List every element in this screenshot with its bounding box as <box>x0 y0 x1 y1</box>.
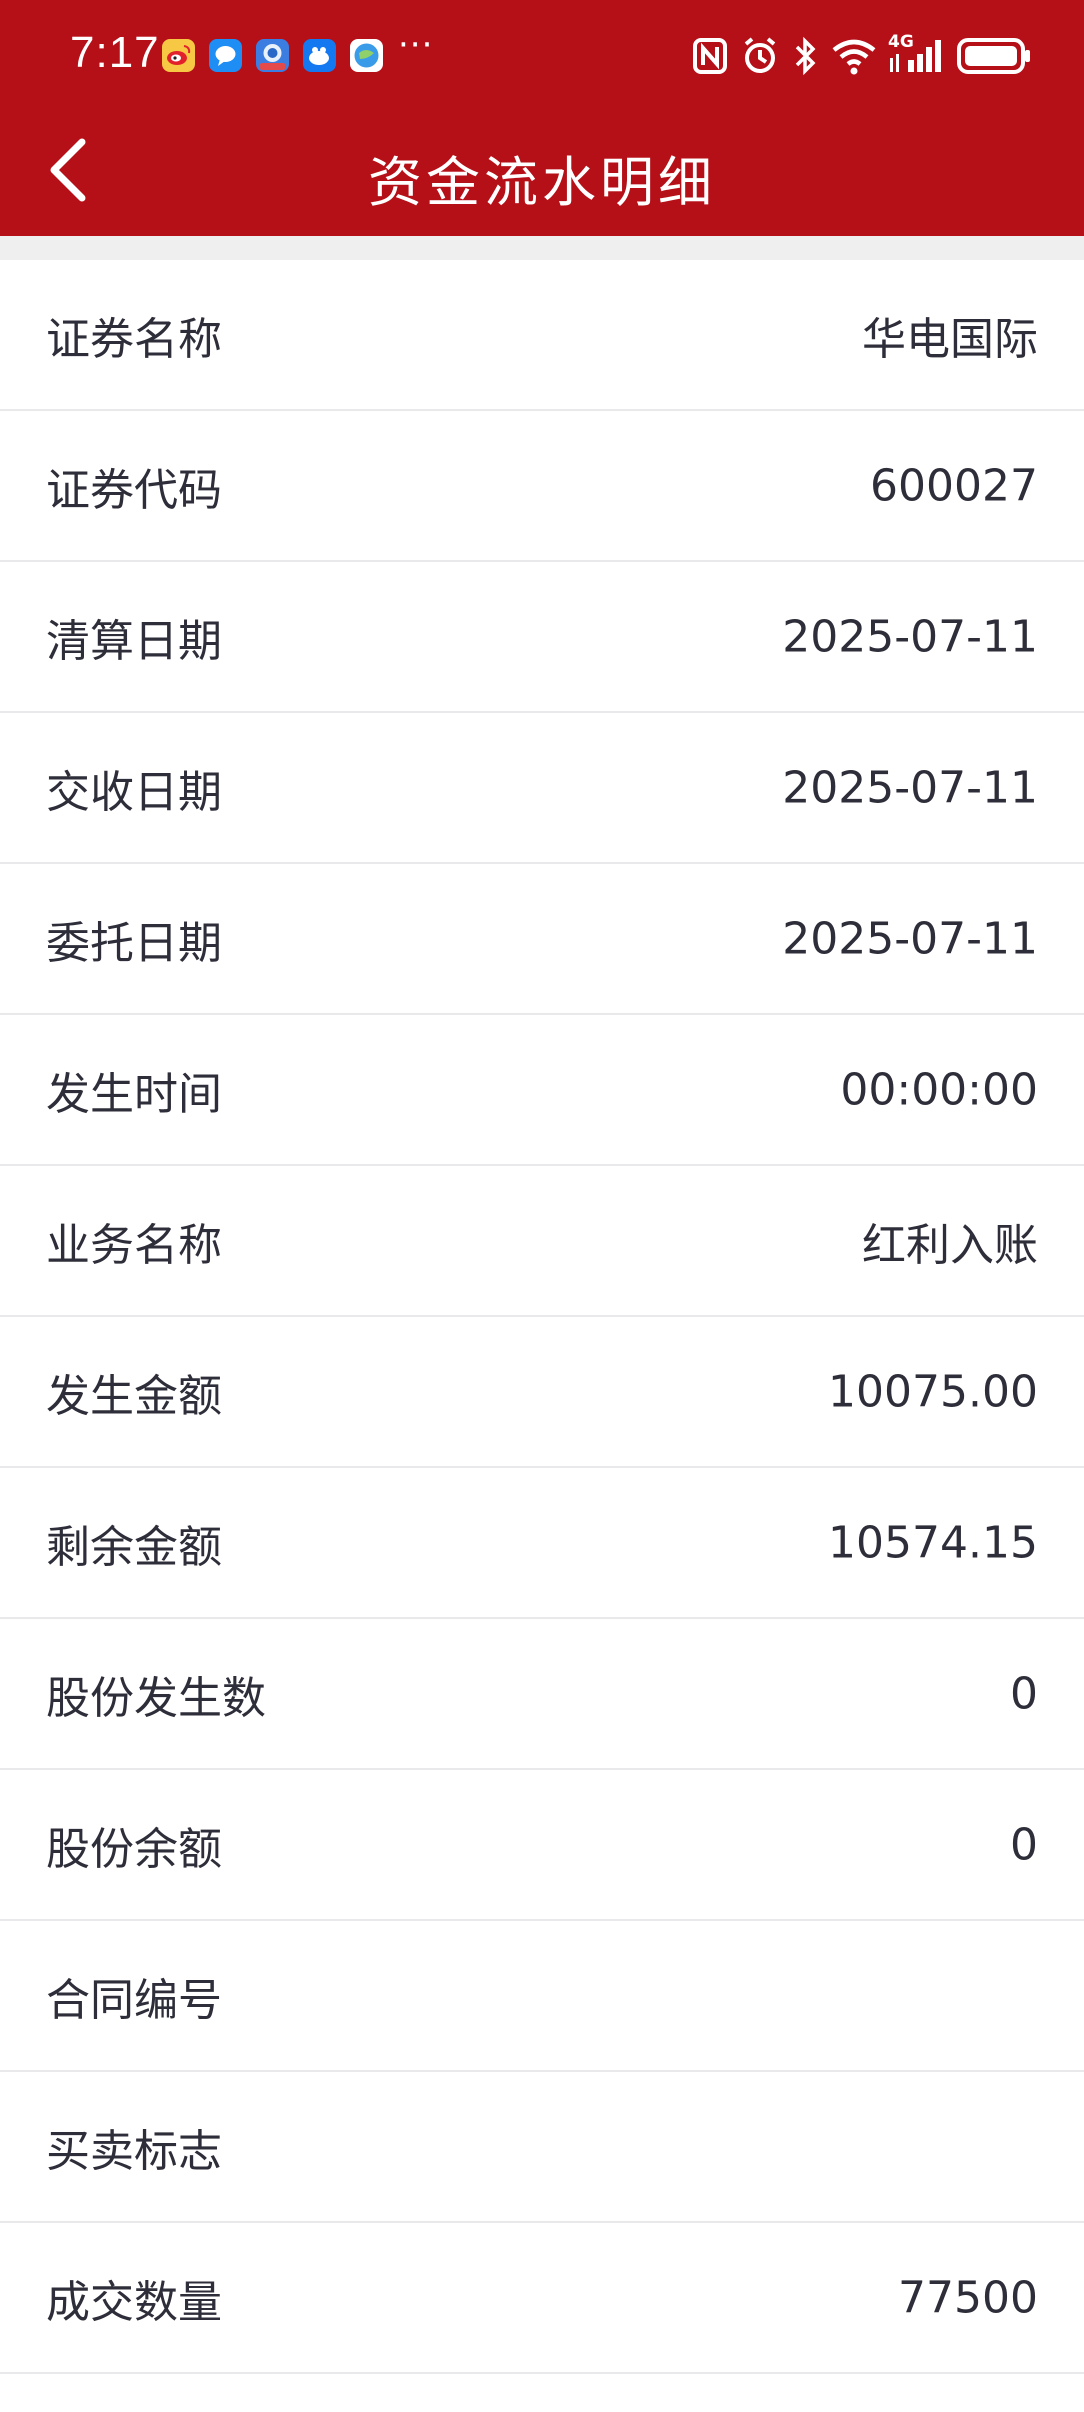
detail-row-contract-no: 合同编号 <box>0 1921 1084 2072</box>
alarm-icon <box>744 37 776 73</box>
battery-icon <box>957 38 1030 74</box>
detail-value: 华电国际 <box>862 313 1038 365</box>
detail-label: 交收日期 <box>46 766 222 818</box>
detail-label: 合同编号 <box>46 1974 222 2026</box>
detail-value: 00:00:00 <box>840 1064 1038 1115</box>
detail-row-settlement-date: 交收日期 2025-07-11 <box>0 713 1084 864</box>
status-bar: 7:17 ··· 4G <box>0 0 1084 110</box>
detail-row-share-change: 股份发生数 0 <box>0 1619 1084 1770</box>
detail-label: 发生金额 <box>46 1370 222 1422</box>
message-icon <box>209 39 242 72</box>
top-bar: 7:17 ··· 4G 资金流水明细 <box>0 0 1084 236</box>
detail-value: 600027 <box>870 460 1038 511</box>
4g-signal-icon: 4G <box>888 32 946 78</box>
detail-value: 10075.00 <box>828 1366 1038 1417</box>
detail-value: 0 <box>1010 1668 1038 1719</box>
browser-icon <box>350 39 383 72</box>
weibo-icon <box>162 39 195 72</box>
detail-value: 2025-07-11 <box>782 762 1038 813</box>
detail-value: 77500 <box>898 2272 1038 2323</box>
detail-label: 剩余金额 <box>46 1521 222 1573</box>
detail-label: 清算日期 <box>46 615 222 667</box>
detail-label: 股份发生数 <box>46 1672 266 1724</box>
detail-value: 2025-07-11 <box>782 913 1038 964</box>
detail-row-occur-time: 发生时间 00:00:00 <box>0 1015 1084 1166</box>
detail-row-security-code: 证券代码 600027 <box>0 411 1084 562</box>
detail-row-business-name: 业务名称 红利入账 <box>0 1166 1084 1317</box>
detail-row-amount: 发生金额 10075.00 <box>0 1317 1084 1468</box>
detail-label: 买卖标志 <box>46 2125 222 2177</box>
app-icon <box>256 39 289 72</box>
bluetooth-icon <box>795 36 816 76</box>
detail-value: 红利入账 <box>862 1219 1038 1271</box>
detail-label: 业务名称 <box>46 1219 222 1271</box>
detail-label: 委托日期 <box>46 917 222 969</box>
detail-row-trade-quantity: 成交数量 77500 <box>0 2223 1084 2374</box>
bird-app-icon <box>303 39 336 72</box>
detail-label: 证券代码 <box>46 464 222 516</box>
nfc-icon <box>693 38 727 74</box>
detail-value: 2025-07-11 <box>782 611 1038 662</box>
detail-row-security-name: 证券名称 华电国际 <box>0 260 1084 411</box>
section-divider <box>0 236 1084 260</box>
wifi-icon <box>832 39 876 75</box>
nav-bar: 资金流水明细 <box>0 110 1084 236</box>
detail-row-clearing-date: 清算日期 2025-07-11 <box>0 562 1084 713</box>
detail-row-balance: 剩余金额 10574.15 <box>0 1468 1084 1619</box>
detail-label: 证券名称 <box>46 313 222 365</box>
page-title: 资金流水明细 <box>368 151 716 214</box>
detail-label: 成交数量 <box>46 2276 222 2328</box>
detail-row-share-balance: 股份余额 0 <box>0 1770 1084 1921</box>
detail-list: 证券名称 华电国际 证券代码 600027 清算日期 2025-07-11 交收… <box>0 260 1084 2374</box>
more-notifications-icon: ··· <box>398 25 434 65</box>
detail-label: 发生时间 <box>46 1068 222 1120</box>
detail-row-order-date: 委托日期 2025-07-11 <box>0 864 1084 1015</box>
detail-value: 10574.15 <box>828 1517 1038 1568</box>
detail-label: 股份余额 <box>46 1823 222 1875</box>
system-icons: 4G <box>684 32 1084 78</box>
detail-row-trade-flag: 买卖标志 <box>0 2072 1084 2223</box>
detail-value: 0 <box>1010 1819 1038 1870</box>
status-time: 7:17 <box>70 28 160 77</box>
